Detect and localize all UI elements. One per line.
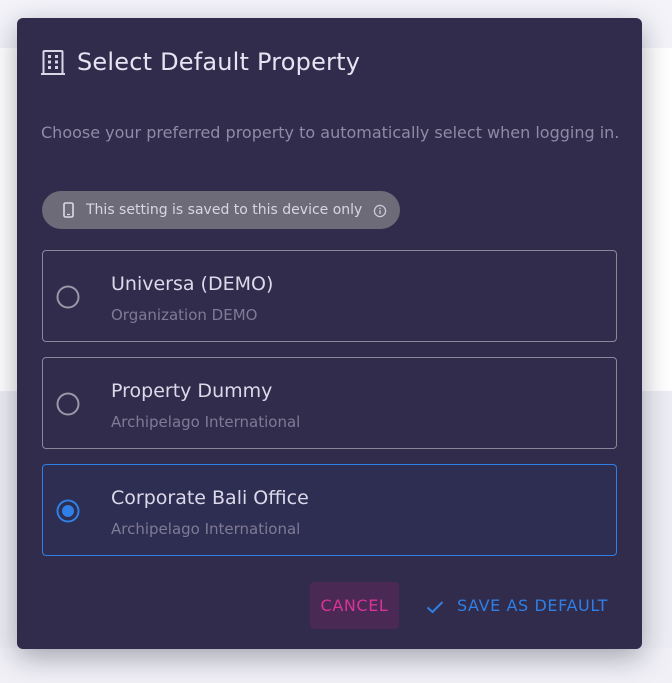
check-icon bbox=[426, 599, 444, 613]
radio-checked-icon[interactable] bbox=[56, 499, 80, 523]
info-icon[interactable] bbox=[373, 203, 387, 218]
device-only-notice-text: This setting is saved to this device onl… bbox=[86, 202, 363, 218]
property-option-subtitle: Organization DEMO bbox=[111, 306, 258, 324]
phone-icon bbox=[63, 202, 74, 218]
property-option-name: Universa (DEMO) bbox=[111, 273, 274, 295]
property-option-corporate-bali-office[interactable]: Corporate Bali Office Archipelago Intern… bbox=[42, 464, 617, 556]
building-icon bbox=[40, 48, 66, 76]
save-as-default-button-label: SAVE AS DEFAULT bbox=[457, 596, 609, 615]
property-option-name: Corporate Bali Office bbox=[111, 487, 309, 509]
property-option-subtitle: Archipelago International bbox=[111, 520, 301, 538]
radio-unchecked-icon[interactable] bbox=[56, 285, 80, 309]
property-option-subtitle: Archipelago International bbox=[111, 413, 301, 431]
property-option-universa[interactable]: Universa (DEMO) Organization DEMO bbox=[42, 250, 617, 342]
select-default-property-dialog: Select Default Property Choose your pref… bbox=[17, 18, 642, 649]
dialog-header: Select Default Property bbox=[40, 46, 360, 78]
device-only-notice: This setting is saved to this device onl… bbox=[42, 191, 400, 229]
cancel-button[interactable]: CANCEL bbox=[310, 582, 399, 629]
radio-unchecked-icon[interactable] bbox=[56, 392, 80, 416]
property-option-name: Property Dummy bbox=[111, 380, 273, 402]
dialog-description: Choose your preferred property to automa… bbox=[41, 123, 620, 142]
dialog-title: Select Default Property bbox=[77, 48, 361, 76]
background-footer bbox=[0, 648, 672, 683]
property-option-property-dummy[interactable]: Property Dummy Archipelago International bbox=[42, 357, 617, 449]
save-as-default-button[interactable]: SAVE AS DEFAULT bbox=[420, 582, 620, 629]
cancel-button-label: CANCEL bbox=[320, 596, 389, 615]
